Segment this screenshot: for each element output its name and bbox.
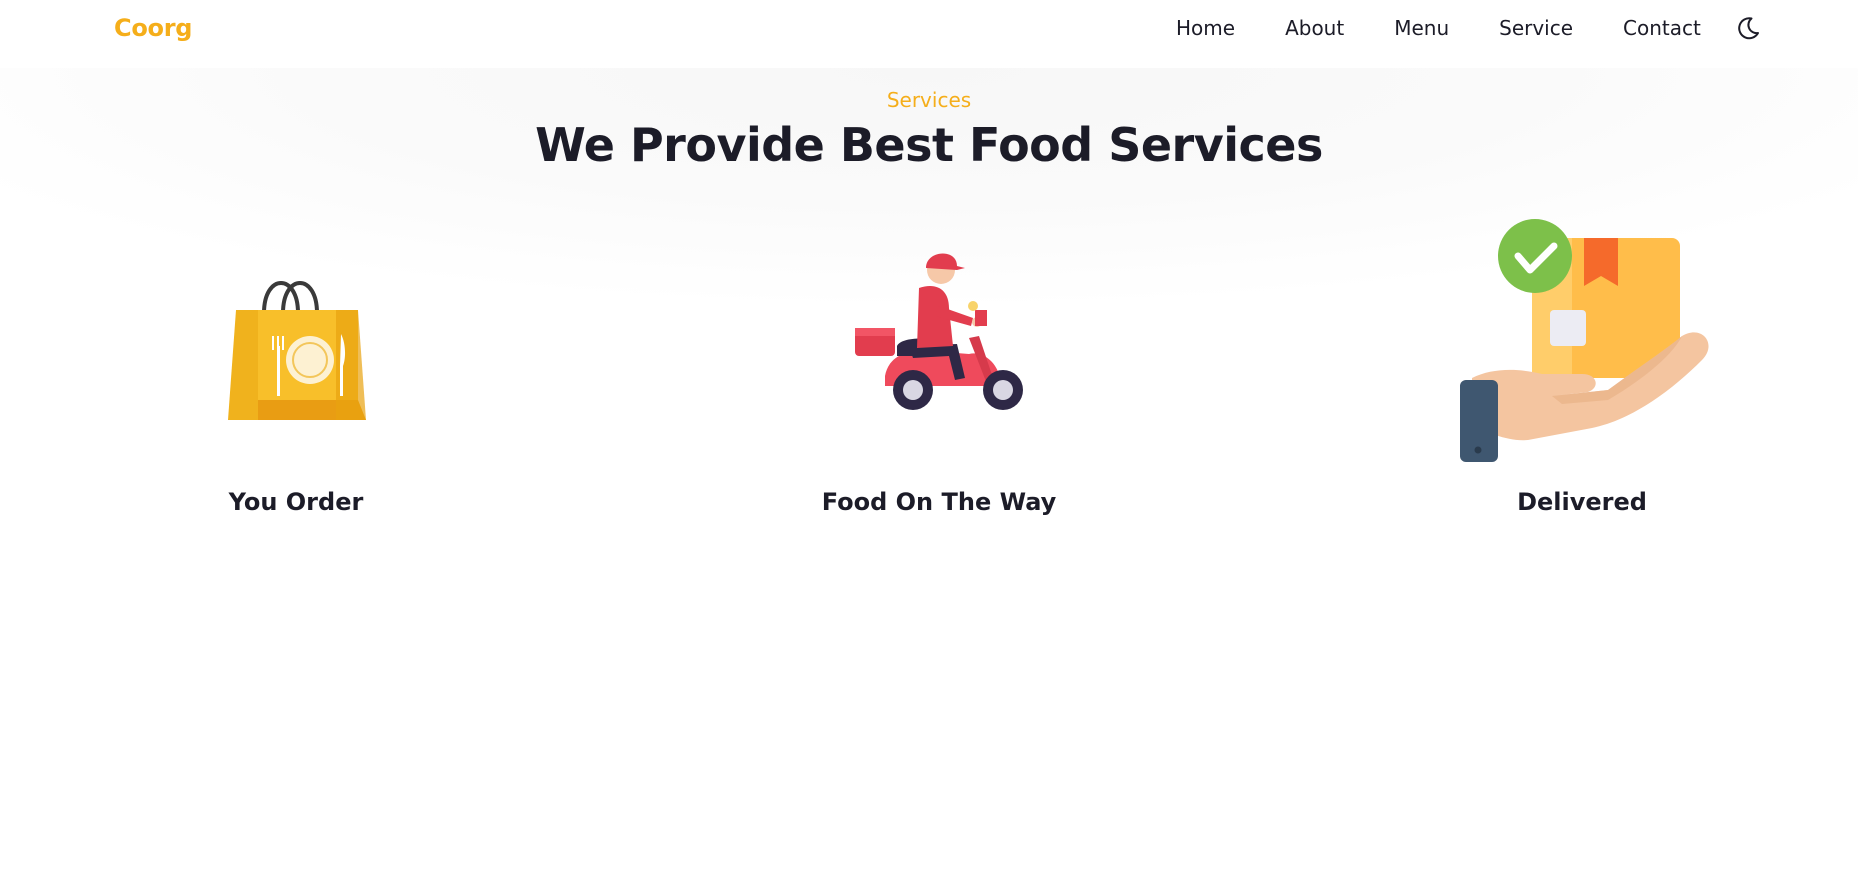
service-card-on-the-way: Food On The Way	[789, 218, 1089, 518]
nav-home[interactable]: Home	[1176, 16, 1235, 40]
service-card-delivered: Delivered	[1432, 218, 1732, 518]
main-nav: Home About Menu Service Contact	[1150, 16, 1701, 40]
nav-contact[interactable]: Contact	[1623, 16, 1701, 40]
delivery-scooter-icon	[789, 218, 1089, 478]
service-card-order: You Order	[146, 218, 446, 518]
nav-about[interactable]: About	[1285, 16, 1344, 40]
nav-service[interactable]: Service	[1499, 16, 1573, 40]
package-in-hand-icon	[1432, 218, 1732, 478]
service-label-order: You Order	[228, 488, 364, 516]
section-subtitle: Services	[886, 88, 972, 112]
section-title: We Provide Best Food Services	[535, 118, 1323, 172]
shopping-bag-icon	[146, 218, 446, 478]
nav-menu[interactable]: Menu	[1394, 16, 1449, 40]
site-header: Coorg Home About Menu Service Contact	[0, 0, 1858, 68]
moon-icon[interactable]	[1734, 14, 1762, 42]
logo[interactable]: Coorg	[114, 14, 192, 42]
services-section: Services We Provide Best Food Services Y…	[0, 68, 1858, 871]
service-label-delivered: Delivered	[1517, 488, 1647, 516]
service-label-on-the-way: Food On The Way	[821, 488, 1057, 516]
